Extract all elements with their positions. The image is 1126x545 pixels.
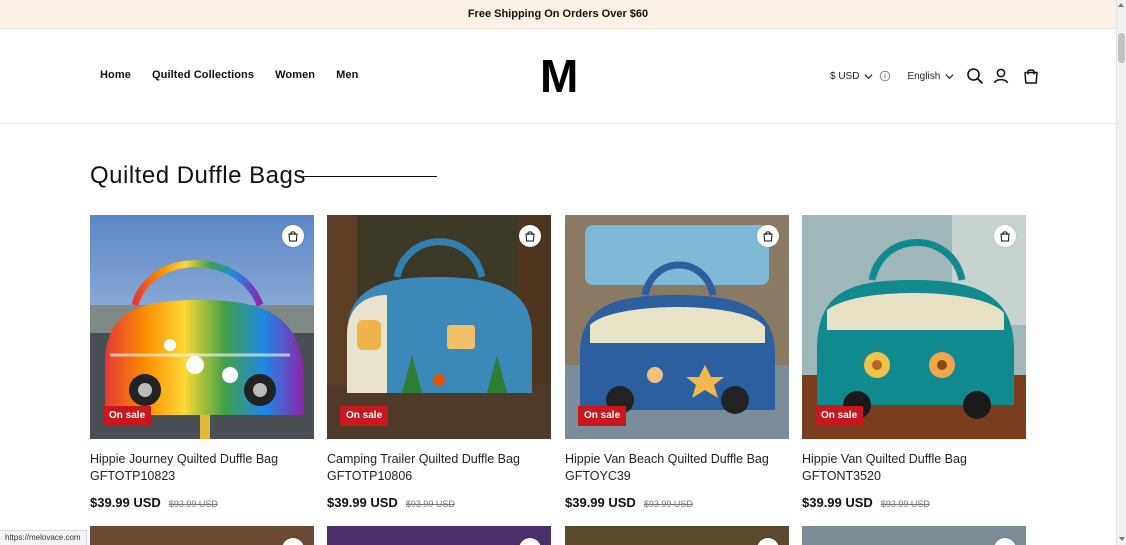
chevron-down-icon bbox=[864, 73, 873, 79]
compare-price: $93.99 USD bbox=[643, 499, 693, 509]
product-prices: $39.99 USD $93.99 USD bbox=[565, 495, 789, 510]
product-title[interactable]: Hippie Van Beach Quilted Duffle Bag GFTO… bbox=[565, 451, 789, 485]
product-card[interactable]: On sale Hippie Van Quilted Duffle Bag GF… bbox=[802, 215, 1026, 510]
sale-price: $39.99 USD bbox=[802, 495, 873, 510]
announcement-bar: Free Shipping On Orders Over $60 bbox=[0, 0, 1116, 29]
sale-price: $39.99 USD bbox=[327, 495, 398, 510]
product-prices: $39.99 USD $93.99 USD bbox=[90, 495, 314, 510]
section-title: Quilted Duffle Bags bbox=[90, 162, 306, 189]
product-image[interactable] bbox=[565, 526, 789, 545]
site-logo[interactable]: M bbox=[540, 53, 578, 99]
product-title[interactable]: Hippie Journey Quilted Duffle Bag GFTOTP… bbox=[90, 451, 314, 485]
product-image[interactable]: On sale bbox=[565, 215, 789, 439]
cart-icon[interactable] bbox=[1022, 67, 1040, 85]
currency-selector[interactable]: $ USD bbox=[830, 70, 891, 82]
sale-price: $39.99 USD bbox=[565, 495, 636, 510]
compare-price: $93.99 USD bbox=[168, 499, 218, 509]
announcement-text: Free Shipping On Orders Over $60 bbox=[467, 8, 649, 20]
product-image[interactable] bbox=[90, 526, 314, 545]
quick-add-bag-icon bbox=[525, 231, 535, 242]
quick-add-bag-icon bbox=[1000, 231, 1010, 242]
quick-add-button[interactable] bbox=[519, 225, 541, 247]
product-title[interactable]: Camping Trailer Quilted Duffle Bag GFTOT… bbox=[327, 451, 551, 485]
product-prices: $39.99 USD $93.99 USD bbox=[802, 495, 1026, 510]
quick-add-bag-icon bbox=[763, 231, 773, 242]
product-card[interactable]: On sale Camping Trailer Quilted Duffle B… bbox=[327, 215, 551, 510]
sale-price: $39.99 USD bbox=[90, 495, 161, 510]
header-actions: $ USD English bbox=[830, 66, 1040, 86]
nav-item-women[interactable]: Women bbox=[275, 69, 315, 81]
quick-add-button[interactable] bbox=[994, 538, 1016, 545]
product-image[interactable] bbox=[802, 526, 1026, 545]
sale-badge: On sale bbox=[815, 406, 864, 426]
account-icon[interactable] bbox=[992, 67, 1010, 85]
product-image[interactable]: On sale bbox=[90, 215, 314, 439]
search-icon[interactable] bbox=[966, 67, 984, 85]
product-card[interactable]: On sale Hippie Journey Quilted Duffle Ba… bbox=[90, 215, 314, 510]
language-selector[interactable]: English bbox=[907, 71, 954, 82]
scroll-thumb[interactable] bbox=[1118, 33, 1125, 63]
site-header: Home Quilted Collections Women Men M $ U… bbox=[0, 29, 1116, 124]
main-nav: Home Quilted Collections Women Men bbox=[100, 69, 358, 81]
product-image[interactable] bbox=[327, 526, 551, 545]
quick-add-button[interactable] bbox=[282, 538, 304, 545]
page-scrollbar[interactable] bbox=[1116, 0, 1126, 545]
status-bar-url: https://melovace.com bbox=[0, 530, 87, 545]
compare-price: $93.99 USD bbox=[405, 499, 455, 509]
quick-add-button[interactable] bbox=[994, 225, 1016, 247]
product-title[interactable]: Hippie Van Quilted Duffle Bag GFTONT3520 bbox=[802, 451, 1026, 485]
quick-add-button[interactable] bbox=[519, 538, 541, 545]
product-image[interactable]: On sale bbox=[327, 215, 551, 439]
nav-item-men[interactable]: Men bbox=[336, 69, 358, 81]
quick-add-bag-icon bbox=[288, 231, 298, 242]
scroll-down-arrow[interactable] bbox=[1119, 537, 1125, 541]
quick-add-button[interactable] bbox=[757, 538, 779, 545]
quick-add-button[interactable] bbox=[282, 225, 304, 247]
quick-add-button[interactable] bbox=[757, 225, 779, 247]
language-label: English bbox=[907, 70, 941, 82]
sale-badge: On sale bbox=[578, 406, 627, 426]
scroll-up-arrow[interactable] bbox=[1118, 3, 1124, 7]
nav-item-home[interactable]: Home bbox=[100, 69, 131, 81]
sale-badge: On sale bbox=[103, 406, 152, 426]
product-card[interactable]: On sale Hippie Van Beach Quilted Duffle … bbox=[565, 215, 789, 510]
currency-label: $ USD bbox=[830, 70, 860, 82]
sale-badge: On sale bbox=[340, 406, 389, 426]
nav-item-quilted-collections[interactable]: Quilted Collections bbox=[152, 69, 254, 81]
product-prices: $39.99 USD $93.99 USD bbox=[327, 495, 551, 510]
title-divider bbox=[303, 176, 437, 177]
info-icon[interactable] bbox=[879, 70, 891, 82]
compare-price: $93.99 USD bbox=[880, 499, 930, 509]
product-image[interactable]: On sale bbox=[802, 215, 1026, 439]
chevron-down-icon bbox=[945, 73, 954, 79]
